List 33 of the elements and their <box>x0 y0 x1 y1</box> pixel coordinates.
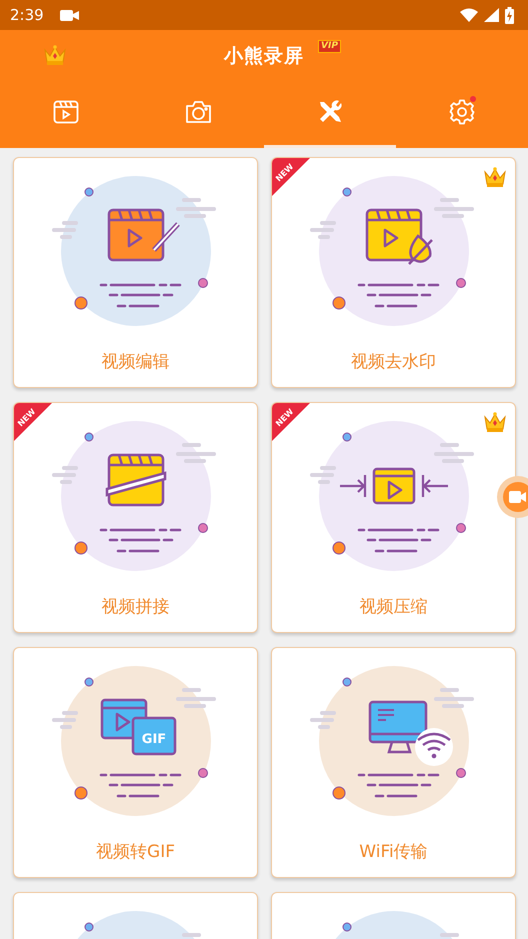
card-title: WiFi传输 <box>359 842 428 862</box>
vip-badge: VIP <box>318 40 341 53</box>
settings-icon <box>449 98 475 124</box>
wifi-icon <box>460 8 478 22</box>
monitor-wifi-icon <box>368 700 453 766</box>
dot-decoration <box>84 922 94 932</box>
crown-icon[interactable] <box>43 44 67 66</box>
film-edit-icon <box>108 208 180 262</box>
cloud-drawing <box>182 933 201 937</box>
app-title: 小熊录屏 <box>224 44 304 69</box>
card-title: 视频压缩 <box>360 597 428 617</box>
status-time: 2:39 <box>10 6 44 24</box>
signal-icon <box>484 8 499 22</box>
tool-card[interactable]: WiFi传输 <box>271 647 516 878</box>
cloud-drawing <box>440 933 459 937</box>
dot-decoration <box>342 922 352 932</box>
tool-card[interactable]: 视频编辑 <box>13 157 258 388</box>
compress-film-icon <box>338 468 450 504</box>
card-title: 视频编辑 <box>102 352 170 372</box>
film-droplet-icon <box>366 208 433 265</box>
film-split-icon <box>106 454 166 506</box>
video-camera-icon <box>60 10 79 20</box>
card-title: 视频去水印 <box>351 352 436 372</box>
tools-icon <box>317 98 343 124</box>
card-title: 视频转GIF <box>96 842 175 862</box>
floating-record-button[interactable] <box>497 476 528 518</box>
gif-label: GIF <box>142 732 166 747</box>
camera-icon <box>184 100 212 124</box>
film-gif-icon <box>100 698 176 756</box>
clapperboard-icon <box>53 100 79 124</box>
battery-icon <box>505 6 514 24</box>
card-title: 视频拼接 <box>102 597 170 617</box>
tool-card[interactable]: GIF 视频转GIF <box>13 647 258 878</box>
